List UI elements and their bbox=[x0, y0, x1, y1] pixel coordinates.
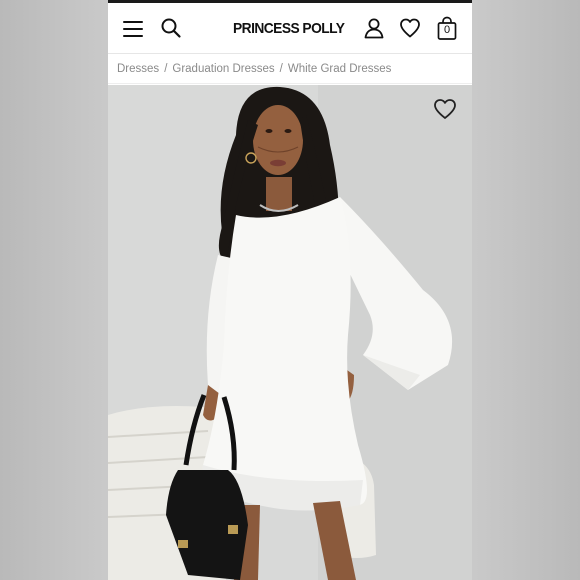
heart-outline-icon[interactable] bbox=[432, 97, 458, 121]
heart-icon[interactable] bbox=[398, 16, 422, 40]
breadcrumb-separator: / bbox=[164, 62, 168, 75]
breadcrumb: Dresses / Graduation Dresses / White Gra… bbox=[108, 54, 472, 84]
hamburger-menu-icon[interactable] bbox=[123, 21, 143, 37]
breadcrumb-item-dresses[interactable]: Dresses bbox=[117, 63, 159, 75]
product-photo-illustration bbox=[108, 85, 472, 580]
bag-count-badge: 0 bbox=[443, 24, 451, 36]
brand-logo[interactable]: PRINCESS POLLY bbox=[233, 20, 345, 37]
phone-screen: PRINCESS POLLY 0 Dresses / Graduation Dr… bbox=[108, 0, 472, 580]
breadcrumb-item-graduation-dresses[interactable]: Graduation Dresses bbox=[172, 63, 274, 75]
shopping-bag-icon[interactable]: 0 bbox=[435, 15, 459, 41]
search-icon[interactable] bbox=[160, 17, 182, 39]
breadcrumb-separator: / bbox=[279, 62, 283, 75]
breadcrumb-item-white-grad-dresses[interactable]: White Grad Dresses bbox=[288, 63, 392, 75]
site-header: PRINCESS POLLY 0 bbox=[108, 3, 472, 54]
user-icon[interactable] bbox=[362, 16, 386, 40]
product-image[interactable] bbox=[108, 85, 472, 580]
